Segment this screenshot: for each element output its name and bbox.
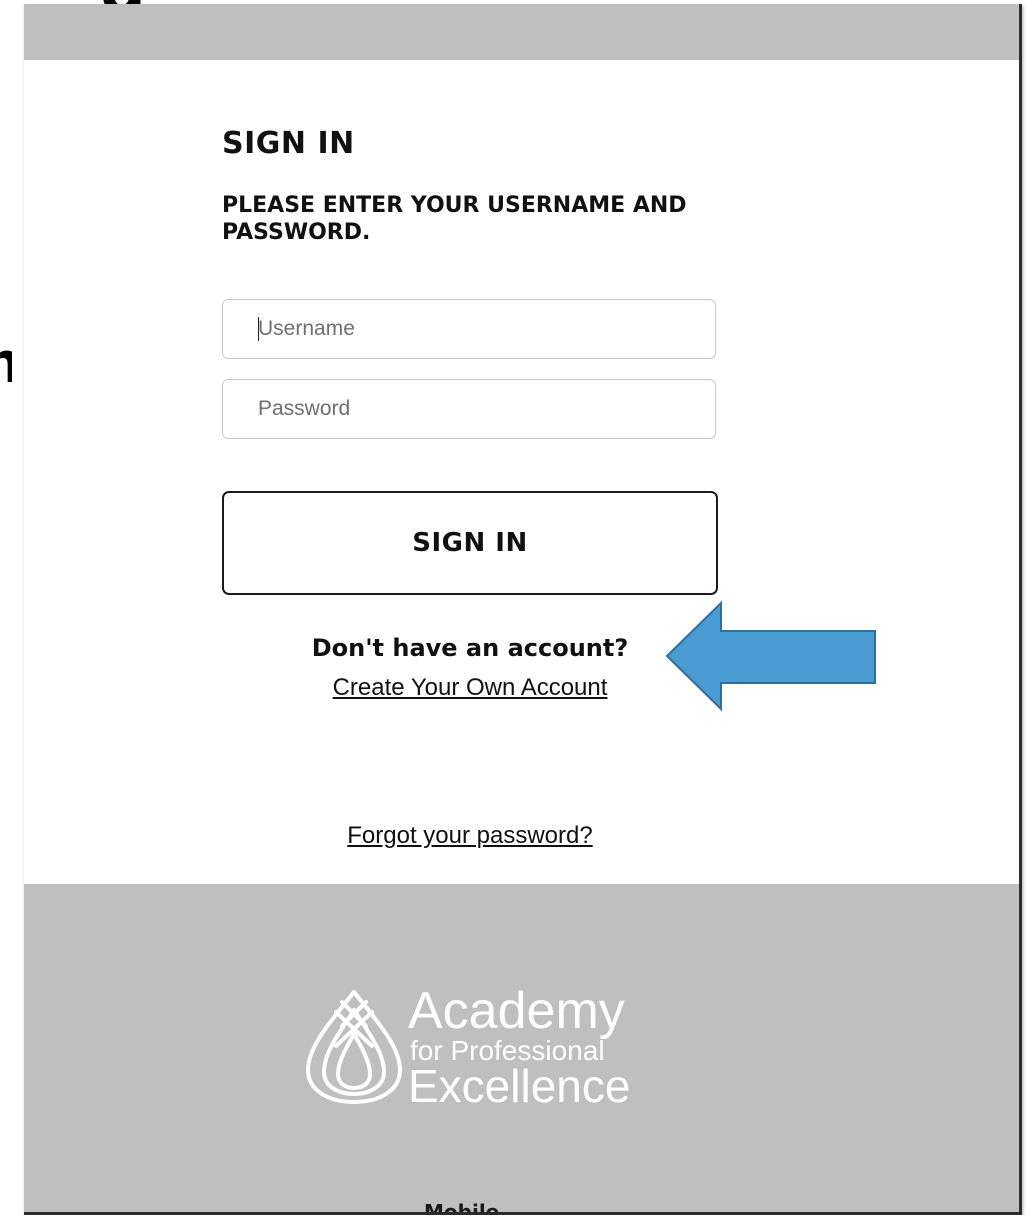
logo-line-excellence: Excellence [408,1060,631,1112]
create-account-link[interactable]: Create Your Own Account [222,674,718,702]
page-title: SIGN IN [222,126,355,161]
text-cursor [258,317,259,341]
academy-flame-logo-icon [306,990,402,1104]
password-input[interactable] [222,379,716,439]
header-band [24,4,1019,60]
logo-line-academy: Academy [408,982,625,1040]
forgot-password-link[interactable]: Forgot your password? [222,822,718,850]
background-slide-text-fragment-left: n [0,336,12,392]
footer-band: Academy for Professional Excellence Mobi… [24,884,1019,1212]
sign-in-button[interactable]: SIGN IN [222,491,718,595]
no-account-prompt: Don't have an account? [311,634,629,662]
login-panel: SIGN IN PLEASE ENTER YOUR USERNAME AND P… [24,60,1019,884]
login-instructions: PLEASE ENTER YOUR USERNAME AND PASSWORD. [222,193,687,245]
academy-wordmark: Academy for Professional Excellence [408,982,648,1112]
academy-logo: Academy for Professional Excellence [302,984,642,1114]
left-arrow-callout-icon [665,600,876,712]
username-input[interactable] [222,299,716,359]
screenshot-stage: g n SIGN IN PLEASE ENTER YOUR USERNAME A… [0,0,1030,1215]
footer-cut-off-text: Mobile [424,1200,500,1212]
